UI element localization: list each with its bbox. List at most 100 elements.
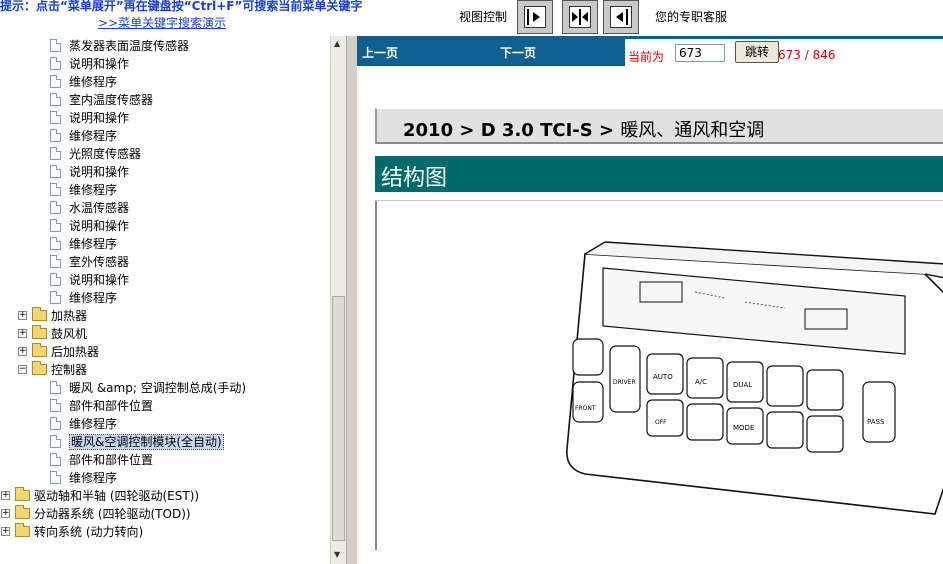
- tree-item-label[interactable]: 维修程序: [69, 289, 117, 307]
- document-icon: [50, 273, 61, 286]
- tree-item[interactable]: 水温传感器: [0, 199, 330, 217]
- customer-service-label[interactable]: 您的专职客服: [655, 8, 727, 25]
- tree-item-label[interactable]: 后加热器: [51, 343, 99, 361]
- prev-page-link[interactable]: 上一页: [362, 44, 398, 61]
- tree-item-label[interactable]: 蒸发器表面温度传感器: [69, 37, 189, 55]
- document-icon: [50, 417, 61, 430]
- expand-left-button[interactable]: [603, 0, 639, 34]
- tree-item[interactable]: 维修程序: [0, 73, 330, 91]
- tree-item[interactable]: 维修程序: [0, 469, 330, 487]
- tree-folder[interactable]: + 鼓风机: [0, 325, 330, 343]
- tree-item[interactable]: 说明和操作: [0, 271, 330, 289]
- tree-folder[interactable]: + 转向系统 (动力转向): [0, 523, 330, 541]
- expand-icon[interactable]: +: [1, 527, 10, 536]
- document-icon: [50, 147, 61, 160]
- split-view-button[interactable]: [562, 0, 598, 34]
- tree-item[interactable]: 维修程序: [0, 235, 330, 253]
- document-content: 2010 > D 3.0 TCI-S > 暖风、通风和空调 结构图 AUTO A…: [357, 66, 943, 564]
- scroll-down-icon[interactable]: ▼: [334, 550, 340, 559]
- tree-item-label[interactable]: 说明和操作: [69, 109, 129, 127]
- tree-item-label[interactable]: 光照度传感器: [69, 145, 141, 163]
- expand-icon[interactable]: +: [1, 509, 10, 518]
- tree-item-label[interactable]: 维修程序: [69, 469, 117, 487]
- tree-item-label[interactable]: 维修程序: [69, 181, 117, 199]
- expand-icon[interactable]: +: [18, 329, 27, 338]
- tree-item[interactable]: 暖风 &amp; 空调控制总成(手动): [0, 379, 330, 397]
- tree-item-label[interactable]: 转向系统 (动力转向): [34, 523, 143, 541]
- split-arrows-icon: [569, 6, 591, 28]
- document-icon: [50, 219, 61, 232]
- expand-icon[interactable]: +: [18, 347, 27, 356]
- tree-folder[interactable]: + 驱动轴和半轴 (四轮驱动(EST)): [0, 487, 330, 505]
- scroll-up-icon[interactable]: ▲: [334, 39, 340, 48]
- tree-item-label[interactable]: 室内温度传感器: [69, 91, 153, 109]
- tree-folder[interactable]: + 后加热器: [0, 343, 330, 361]
- label-dual: DUAL: [733, 381, 752, 389]
- right-button: [862, 381, 896, 443]
- tree-item-label[interactable]: 部件和部件位置: [69, 397, 153, 415]
- folder-icon: [15, 505, 30, 519]
- collapse-icon[interactable]: −: [18, 365, 27, 374]
- current-page-label: 当前为: [628, 50, 665, 64]
- document-icon: [50, 201, 61, 214]
- tree-item-label[interactable]: 驱动轴和半轴 (四轮驱动(EST)): [34, 487, 199, 505]
- tree-item-label[interactable]: 维修程序: [69, 73, 117, 91]
- tree-item-label[interactable]: 鼓风机: [51, 325, 87, 343]
- tree-item[interactable]: 部件和部件位置: [0, 397, 330, 415]
- tree-item[interactable]: 室内温度传感器: [0, 91, 330, 109]
- expand-right-button[interactable]: [517, 0, 553, 34]
- page-jump-box: 当前为 跳转 673 / 846: [625, 39, 943, 66]
- tree-item-label[interactable]: 说明和操作: [69, 163, 129, 181]
- arrow-right-icon: [524, 6, 546, 28]
- tree-scrollbar[interactable]: ▲ ▼: [330, 36, 346, 564]
- tree-item-label[interactable]: 维修程序: [69, 415, 117, 433]
- tree-item-label[interactable]: 加热器: [51, 307, 87, 325]
- tree-folder[interactable]: + 分动器系统 (四轮驱动(TOD)): [0, 505, 330, 523]
- next-page-link[interactable]: 下一页: [500, 44, 536, 61]
- tree-item[interactable]: 维修程序: [0, 127, 330, 145]
- tree-item[interactable]: 维修程序: [0, 289, 330, 307]
- tree-folder[interactable]: − 控制器: [0, 361, 330, 379]
- tree-item-label[interactable]: 暖风 &amp; 空调控制总成(手动): [69, 379, 246, 397]
- document-icon: [50, 93, 61, 106]
- tree-item-label[interactable]: 部件和部件位置: [69, 451, 153, 469]
- search-demo-link[interactable]: >>菜单关键字搜索演示: [98, 14, 226, 31]
- tree-item[interactable]: 蒸发器表面温度传感器: [0, 37, 330, 55]
- tree-item-label[interactable]: 说明和操作: [69, 217, 129, 235]
- tree-item-label[interactable]: 暖风&空调控制模块(全自动): [69, 434, 224, 450]
- tree-item[interactable]: 部件和部件位置: [0, 451, 330, 469]
- climate-control-diagram: AUTO A/C DUAL MODE FRONT PASS DRIVER OFF: [566, 241, 943, 515]
- pane-splitter[interactable]: [346, 36, 357, 564]
- label-off: OFF: [655, 419, 667, 426]
- tree-item[interactable]: 说明和操作: [0, 109, 330, 127]
- tree-item[interactable]: 暖风&空调控制模块(全自动): [0, 433, 330, 451]
- tree-item[interactable]: 维修程序: [0, 181, 330, 199]
- folder-icon: [32, 361, 47, 375]
- tree-item[interactable]: 说明和操作: [0, 217, 330, 235]
- expand-icon[interactable]: +: [18, 311, 27, 320]
- folder-icon: [15, 523, 30, 537]
- search-hint: 提示：点击“菜单展开”再在键盘按“Ctrl+F”可搜索当前菜单关键字: [0, 0, 363, 13]
- document-icon: [50, 381, 61, 394]
- tree-item[interactable]: 说明和操作: [0, 55, 330, 73]
- tree-item[interactable]: 室外传感器: [0, 253, 330, 271]
- tree-item[interactable]: 说明和操作: [0, 163, 330, 181]
- tree-item[interactable]: 光照度传感器: [0, 145, 330, 163]
- page-number-input[interactable]: [675, 44, 725, 62]
- tree-item-label[interactable]: 控制器: [51, 361, 87, 379]
- tree-folder[interactable]: + 加热器: [0, 307, 330, 325]
- jump-button[interactable]: 跳转: [735, 41, 779, 63]
- scroll-thumb[interactable]: [332, 296, 345, 541]
- document-icon: [50, 111, 61, 124]
- tree-item-label[interactable]: 说明和操作: [69, 55, 129, 73]
- tree-item-label[interactable]: 水温传感器: [69, 199, 129, 217]
- left-button-2: [572, 381, 604, 423]
- tree-item-label[interactable]: 维修程序: [69, 127, 117, 145]
- tree-item-label[interactable]: 室外传感器: [69, 253, 129, 271]
- expand-icon[interactable]: +: [1, 491, 10, 500]
- tree-item-label[interactable]: 维修程序: [69, 235, 117, 253]
- tree-item-label[interactable]: 说明和操作: [69, 271, 129, 289]
- tree-item-label[interactable]: 分动器系统 (四轮驱动(TOD)): [34, 505, 191, 523]
- arrow-left-icon: [610, 6, 632, 28]
- tree-item[interactable]: 维修程序: [0, 415, 330, 433]
